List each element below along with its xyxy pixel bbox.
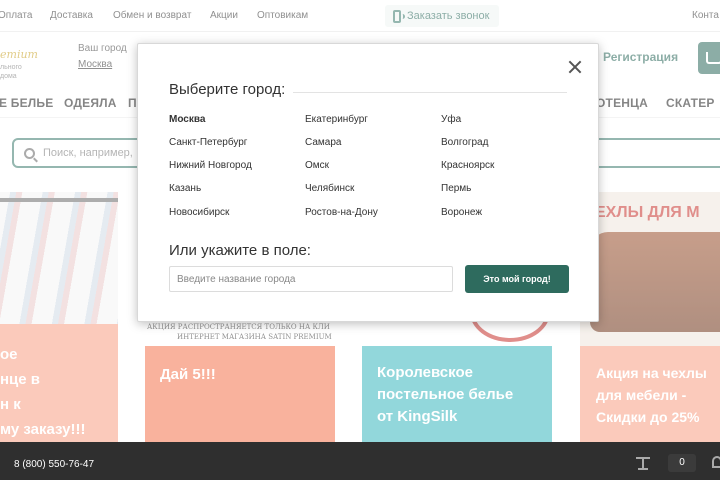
city-option-novosibirsk[interactable]: Новосибирск bbox=[169, 207, 229, 218]
title-divider bbox=[293, 92, 567, 93]
confirm-city-button[interactable]: Это мой город! bbox=[465, 265, 569, 293]
compare-icon[interactable] bbox=[636, 457, 650, 470]
city-option-rostov-on-don[interactable]: Ростов-на-Дону bbox=[305, 207, 378, 218]
compare-counter[interactable]: 0 bbox=[668, 454, 696, 472]
city-option-ufa[interactable]: Уфа bbox=[441, 114, 461, 125]
city-option-nizhny-novgorod[interactable]: Нижний Новгород bbox=[169, 160, 252, 171]
city-option-kazan[interactable]: Казань bbox=[169, 183, 201, 194]
city-option-chelyabinsk[interactable]: Челябинск bbox=[305, 183, 354, 194]
city-select-modal: Выберите город: Москва Екатеринбург Уфа … bbox=[137, 43, 599, 322]
manual-city-heading: Или укажите в поле: bbox=[169, 242, 311, 259]
city-option-moscow[interactable]: Москва bbox=[169, 114, 205, 125]
city-option-perm[interactable]: Пермь bbox=[441, 183, 471, 194]
favorites-icon[interactable] bbox=[712, 456, 720, 468]
city-option-omsk[interactable]: Омск bbox=[305, 160, 329, 171]
city-option-samara[interactable]: Самара bbox=[305, 137, 341, 148]
city-option-voronezh[interactable]: Воронеж bbox=[441, 207, 482, 218]
city-name-input[interactable] bbox=[169, 266, 453, 292]
city-option-saint-petersburg[interactable]: Санкт-Петербург bbox=[169, 137, 247, 148]
footer-phone[interactable]: 8 (800) 550-76-47 bbox=[14, 459, 94, 470]
city-option-volgograd[interactable]: Волгоград bbox=[441, 137, 488, 148]
city-option-krasnoyarsk[interactable]: Красноярск bbox=[441, 160, 494, 171]
city-option-yekaterinburg[interactable]: Екатеринбург bbox=[305, 114, 368, 125]
bottom-bar: 8 (800) 550-76-47 0 bbox=[0, 442, 720, 480]
close-icon[interactable] bbox=[568, 60, 582, 74]
modal-title: Выберите город: bbox=[169, 81, 286, 98]
